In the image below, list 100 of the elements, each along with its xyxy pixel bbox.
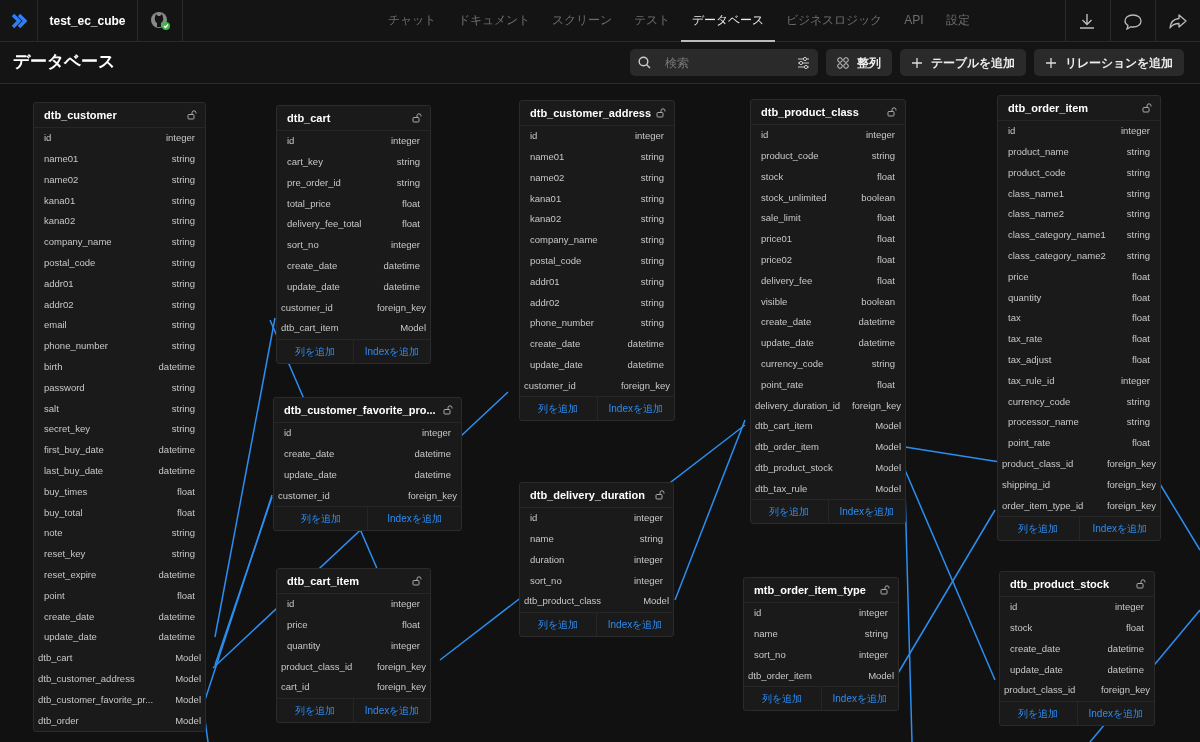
column-type: float: [402, 196, 420, 211]
column-type: float: [177, 505, 195, 520]
table-action-link[interactable]: Indexを追加: [596, 613, 673, 636]
padlock-icon[interactable]: [656, 108, 666, 118]
table-action-link[interactable]: Indexを追加: [1076, 702, 1154, 725]
table-name: dtb_customer: [44, 107, 117, 123]
column-type: string: [640, 295, 664, 310]
column-name: id: [761, 128, 769, 143]
table-action-link[interactable]: 列を追加: [1000, 702, 1077, 725]
column-name: note: [44, 526, 63, 541]
column-name: salt: [44, 401, 59, 416]
column-name: sort_no: [754, 647, 786, 662]
column-name: create_date: [530, 337, 581, 352]
column-type: Model: [875, 481, 901, 496]
column-type: datetime: [158, 630, 195, 645]
column-type: string: [864, 627, 888, 642]
padlock-icon[interactable]: [187, 110, 197, 120]
search-field[interactable]: 検索: [630, 49, 818, 76]
table-action-link[interactable]: Indexを追加: [820, 687, 898, 711]
column-type: string: [171, 152, 195, 167]
search-icon: [638, 56, 651, 69]
column-type: string: [640, 170, 664, 185]
column-type: Model: [175, 672, 201, 686]
column-name: create_date: [761, 315, 812, 330]
table-action-link[interactable]: Indexを追加: [1078, 517, 1160, 541]
table-action-link[interactable]: Indexを追加: [367, 507, 461, 531]
table-action-link[interactable]: 列を追加: [998, 517, 1079, 541]
double-chevron-logo-icon[interactable]: [10, 12, 27, 30]
project-name[interactable]: test_ec_cube: [38, 12, 137, 30]
nav-tab[interactable]: テスト: [623, 0, 682, 42]
column-name: dtb_customer_favorite_pr...: [38, 692, 154, 707]
column-name: tax_adjust: [1008, 353, 1052, 368]
repository-status-icon[interactable]: [149, 11, 171, 31]
table-action-link[interactable]: Indexを追加: [596, 397, 674, 421]
column-type: string: [171, 547, 195, 562]
grid-icon: [837, 56, 849, 69]
column-name: duration: [530, 552, 565, 567]
column-type: boolean: [861, 190, 895, 205]
table-action-link[interactable]: 列を追加: [520, 397, 597, 421]
table-action-link[interactable]: 列を追加: [520, 613, 596, 636]
table-name: dtb_product_class: [761, 104, 859, 120]
column-type: float: [1132, 353, 1150, 368]
nav-tab[interactable]: スクリーン: [541, 0, 624, 42]
table-action-link[interactable]: Indexを追加: [353, 699, 430, 722]
padlock-icon[interactable]: [1142, 103, 1152, 113]
column-type: integer: [1120, 124, 1150, 139]
table-action-link[interactable]: 列を追加: [274, 507, 367, 531]
column-name: update_date: [284, 467, 337, 482]
column-type: datetime: [627, 358, 664, 373]
column-name: name02: [530, 170, 565, 185]
column-name: create_date: [44, 609, 95, 624]
column-type: integer: [390, 134, 420, 149]
column-type: integer: [865, 128, 895, 143]
nav-tab[interactable]: チャット: [377, 0, 448, 42]
table-action-link[interactable]: Indexを追加: [353, 339, 430, 363]
column-type: string: [171, 256, 195, 271]
column-type: integer: [633, 573, 663, 588]
column-type: integer: [633, 511, 663, 526]
padlock-icon[interactable]: [880, 585, 890, 595]
column-name: postal_code: [530, 254, 582, 269]
table-action-link[interactable]: 列を追加: [277, 339, 353, 363]
padlock-icon[interactable]: [887, 107, 897, 117]
nav-tab[interactable]: 設定: [934, 0, 981, 42]
column-name: email: [44, 318, 67, 333]
column-type: Model: [175, 713, 201, 728]
toolbar-button[interactable]: 整列: [826, 49, 892, 76]
table-action-link[interactable]: 列を追加: [277, 699, 353, 722]
column-type: integer: [1114, 600, 1144, 615]
column-type: string: [171, 172, 195, 187]
column-type: string: [171, 297, 195, 312]
table-action-link[interactable]: Indexを追加: [827, 500, 905, 524]
padlock-icon[interactable]: [412, 576, 422, 586]
table-name: dtb_cart_item: [287, 573, 360, 589]
nav-tab[interactable]: ドキュメント: [447, 0, 542, 42]
column-type: integer: [634, 129, 664, 144]
column-type: string: [171, 401, 195, 416]
filter-sliders-icon[interactable]: [797, 55, 810, 70]
speech-bubble-icon[interactable]: [1124, 12, 1142, 30]
column-name: tax: [1008, 311, 1021, 326]
column-name: delivery_duration_id: [755, 398, 841, 413]
column-name: kana02: [44, 214, 76, 229]
nav-tab[interactable]: API: [893, 0, 935, 42]
column-type: string: [171, 526, 195, 541]
table-action-link[interactable]: 列を追加: [751, 500, 828, 524]
download-icon[interactable]: [1079, 12, 1097, 30]
toolbar-button[interactable]: リレーションを追加: [1034, 49, 1184, 76]
column-type: foreign_key: [376, 300, 426, 315]
nav-tab[interactable]: ビジネスロジック: [775, 0, 894, 42]
search-input[interactable]: 検索: [663, 52, 789, 73]
padlock-icon[interactable]: [1136, 579, 1146, 589]
padlock-icon[interactable]: [655, 490, 665, 500]
padlock-icon[interactable]: [443, 405, 453, 415]
share-arrow-icon[interactable]: [1169, 12, 1187, 30]
table-action-link[interactable]: 列を追加: [744, 687, 821, 711]
column-type: integer: [421, 426, 451, 441]
column-type: datetime: [158, 464, 195, 478]
column-name: create_date: [284, 447, 335, 462]
padlock-icon[interactable]: [412, 113, 422, 123]
toolbar-button[interactable]: テーブルを追加: [900, 49, 1026, 76]
column-type: foreign_key: [1106, 477, 1156, 492]
